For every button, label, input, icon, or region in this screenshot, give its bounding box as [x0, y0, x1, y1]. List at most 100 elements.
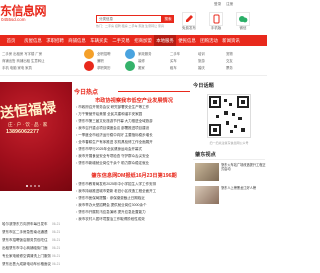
list-item[interactable]: 肇东出售九成新电动车价格面议	[2, 262, 72, 267]
banner-subtitle: 庄 · 户 · 饮 · 品 · 家	[8, 122, 48, 127]
news-item[interactable]: 肇东市第三届文化旅游节开幕 大力推进全域旅游	[76, 119, 194, 124]
nav-item-shops[interactable]: 商铺信息	[66, 35, 88, 46]
list-item[interactable]: 肇东市招聘饭店服务员包吃住	[2, 238, 72, 243]
category-right-item[interactable]: 交友	[226, 58, 233, 63]
list-date: 06-21	[52, 222, 61, 226]
news-item[interactable]: 一季度全市经济运行稳中向好 主要指标稳步增长	[76, 133, 194, 138]
section-divider	[0, 75, 267, 76]
banner-title: 送恒福禄	[0, 100, 57, 122]
nav-item-vehicles[interactable]: 车辆买卖	[88, 35, 110, 46]
news-item[interactable]: 肇东市新增就业岗位千余个 助力群众稳定就业	[76, 161, 194, 166]
section2-title: 肇东视点	[195, 152, 216, 158]
category-mid-item[interactable]: 全职招聘	[97, 51, 111, 56]
search-category-select[interactable]: 分类信息	[97, 17, 115, 22]
header-icon-wechat[interactable]: 微信	[234, 12, 252, 31]
category-mid-item[interactable]: 求职简历	[97, 65, 111, 70]
hot-keywords[interactable]: 热门：二手房 招聘 租房 二手车 家政 生意转让 家具	[96, 24, 164, 28]
news-item[interactable]: 万千警营齐绘美丽 全民共建和谐平安家园	[76, 112, 194, 117]
nav-item-convenience[interactable]: 便民信息	[176, 35, 198, 46]
news-thumbnail[interactable]	[195, 186, 219, 204]
nav-item-franchise[interactable]: 招商加盟	[132, 35, 154, 46]
news-item[interactable]: 全市春耕生产有序推进 农机具检修工作全面展开	[76, 140, 194, 145]
nav-item-jobs[interactable]: 求职招聘	[44, 35, 66, 46]
list-date: 06-21	[52, 238, 61, 242]
category-icon-green	[125, 61, 135, 71]
carousel-dot[interactable]	[38, 185, 40, 187]
section-divider	[193, 159, 265, 160]
category-right-item[interactable]: 婚庆	[198, 65, 205, 70]
category-row-left[interactable]: 商铺出售 商铺出租 生意转让	[2, 58, 45, 63]
search-button[interactable]: 搜索	[162, 15, 174, 23]
qr-caption: 扫一扫关注肇东信息网公众号	[209, 141, 249, 145]
list-item[interactable]: 肇东市区二手房急售南北通透	[2, 230, 72, 235]
edit-icon	[182, 12, 196, 26]
category-row-left[interactable]: 二手房 出租房 写字楼 厂房	[2, 51, 42, 56]
login-link[interactable]: 登录	[214, 2, 221, 7]
news-item[interactable]: 市政府召开常务会议 研究部署安全生产等工作	[76, 105, 194, 110]
headline-2[interactable]: 肇东信息网DM报纸16月23日第196期	[74, 172, 194, 179]
news-item[interactable]: 我市举办大型招聘会 提供就业岗位3000余个	[76, 203, 194, 208]
news-item[interactable]: 我市农村人居环境整治工作取得阶段性成效	[76, 217, 194, 222]
category-mid-item[interactable]: 装修	[138, 58, 145, 63]
today-hot-rule	[118, 91, 190, 92]
carousel-dot[interactable]	[30, 185, 32, 187]
list-date: 06-21	[52, 230, 61, 234]
category-mid-item[interactable]: 搬家	[138, 65, 145, 70]
topic-title: 今日话题	[193, 83, 214, 89]
banner-phone: 13896062277	[6, 129, 39, 135]
list-item[interactable]: 出租肇东市中心商铺临街门面	[2, 246, 72, 251]
list-date: 06-21	[52, 254, 61, 258]
search-input[interactable]	[115, 17, 141, 21]
side-news-item[interactable]: 肇东火车站广场改造提升工程正式启动	[221, 163, 266, 171]
list-item[interactable]: 哈尔滨肇东方向拼车每日发车	[2, 222, 72, 227]
nav-item-home[interactable]: 首页	[0, 35, 22, 46]
news-item[interactable]: 我市召开重点项目调度会议 部署推进项目建设	[76, 126, 194, 131]
category-right-item[interactable]: 宠物	[226, 51, 233, 56]
list-date: 06-21	[52, 262, 61, 266]
header-icon-post[interactable]: 免费发布	[180, 12, 198, 31]
phone-icon	[209, 12, 223, 26]
nav-item-housing[interactable]: 房屋信息	[22, 35, 44, 46]
category-icon-blue	[125, 49, 135, 59]
nav-item-secondhand[interactable]: 二手交易	[110, 35, 132, 46]
category-right-item[interactable]: 旅游	[198, 58, 205, 63]
news-item[interactable]: 肇东市举行2025年全民健身运动会开幕式	[76, 147, 194, 152]
category-right-item[interactable]: 买车	[170, 58, 177, 63]
promo-banner[interactable]: 送恒福禄 庄 · 户 · 饮 · 品 · 家 13896062277	[0, 82, 72, 191]
category-right-item[interactable]: 票务	[226, 65, 233, 70]
news-item[interactable]: 肇东市教育局发布2025年中小学招生入学工作安排	[76, 182, 194, 187]
side-news-item[interactable]: 肇东人上榜黑龙江好人榜	[221, 186, 266, 190]
nav-item-news[interactable]: 新闻资讯	[220, 35, 242, 46]
header-icon-mobile[interactable]: 手机版	[207, 12, 225, 31]
today-hot-section: 今日热点	[74, 87, 194, 96]
category-mid-item[interactable]: 兼职	[97, 58, 104, 63]
site-domain: 0455sd.com	[1, 17, 26, 22]
main-nav: 首页 房屋信息 求职招聘 商铺信息 车辆买卖 二手交易 招商加盟 本地服务 便民…	[0, 35, 267, 46]
news-thumbnail[interactable]	[195, 163, 219, 181]
header-icon-label: 免费发布	[182, 26, 196, 30]
category-right-item[interactable]: 租车	[170, 65, 177, 70]
carousel-dots[interactable]	[26, 185, 40, 187]
category-mid-item[interactable]: 家政服务	[138, 51, 152, 56]
qr-code	[207, 94, 251, 138]
header-icon-label: 微信	[239, 26, 247, 30]
category-right-item[interactable]: 二手车	[170, 51, 180, 56]
header-icon-label: 手机版	[210, 26, 222, 30]
topic-section: 今日话题	[193, 82, 265, 89]
news-item[interactable]: 肇东市医保局提醒：参保缴费截止日期临近	[76, 196, 194, 201]
register-link[interactable]: 注册	[226, 2, 233, 7]
news-item[interactable]: 肇东市开展防汛应急演练 提升应急处置能力	[76, 210, 194, 215]
search-bar: 分类信息	[96, 15, 162, 23]
nav-item-group-buy[interactable]: 团购活动	[198, 35, 220, 46]
news-item[interactable]: 我市开展食品安全专项检查 守护群众舌尖安全	[76, 154, 194, 159]
carousel-dot[interactable]	[26, 185, 28, 187]
wechat-icon	[236, 12, 250, 26]
list-item[interactable]: 专业家电维修空调清洗上门服务	[2, 254, 72, 259]
news-item[interactable]: 我市持续推进城市更新 老旧小区改造工程全面开工	[76, 189, 194, 194]
category-row-left[interactable]: 手机 电脑 家电 家具	[2, 65, 32, 70]
headline-1[interactable]: 市政协视察我市低空产业发展情况	[74, 97, 194, 104]
category-icon-orange	[84, 49, 94, 59]
carousel-dot[interactable]	[34, 185, 36, 187]
nav-item-local-services[interactable]: 本地服务	[154, 35, 176, 46]
category-right-item[interactable]: 培训	[198, 51, 205, 56]
